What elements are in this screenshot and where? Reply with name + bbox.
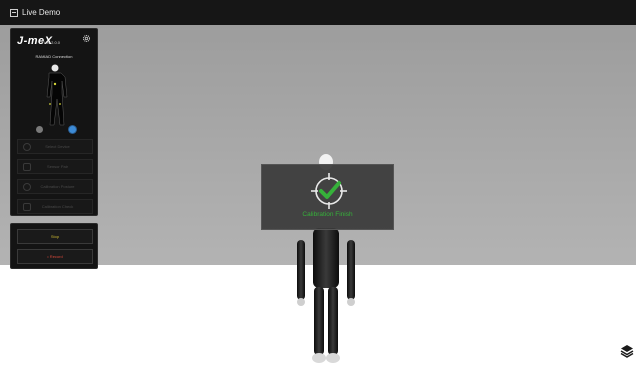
blue-status-dot	[69, 126, 76, 133]
target-icon	[23, 142, 31, 151]
refresh-icon	[23, 182, 31, 191]
document-icon	[23, 162, 31, 171]
button-label: Calibration Posture	[40, 184, 75, 189]
button-label: Sensor Pair	[47, 164, 68, 169]
tools-icon	[23, 202, 31, 211]
stop-button[interactable]: Stop	[17, 229, 93, 244]
window-icon	[10, 8, 18, 17]
calibration-posture-button[interactable]: Calibration Posture	[17, 179, 93, 194]
layers-icon[interactable]	[620, 344, 634, 358]
record-panel: Stop • Record	[10, 223, 98, 269]
grey-status-dot	[36, 126, 43, 133]
calibration-check-button[interactable]: Calibration Check	[17, 199, 93, 214]
calibration-dialog: Calibration Finish	[261, 164, 394, 230]
sensor-pair-button[interactable]: Sensor Pair	[17, 159, 93, 174]
record-button[interactable]: • Record	[17, 249, 93, 264]
button-label: Calibration Check	[41, 204, 74, 209]
window-title: Live Demo	[22, 8, 61, 17]
gear-icon[interactable]	[82, 34, 91, 43]
title-bar: Live Demo	[0, 0, 636, 25]
calibration-message: Calibration Finish	[302, 211, 353, 218]
connection-status: RAMIAD Connection	[35, 54, 73, 59]
version-label: Ver 2.0.0	[44, 40, 61, 45]
sensor-suit-figure	[46, 64, 68, 126]
check-target-icon	[311, 173, 347, 209]
control-panel: J-meX Ver 2.0.0 RAMIAD Connection Select…	[10, 28, 98, 216]
select-device-button[interactable]: Select Device	[17, 139, 93, 154]
button-label: Select Device	[45, 144, 70, 149]
